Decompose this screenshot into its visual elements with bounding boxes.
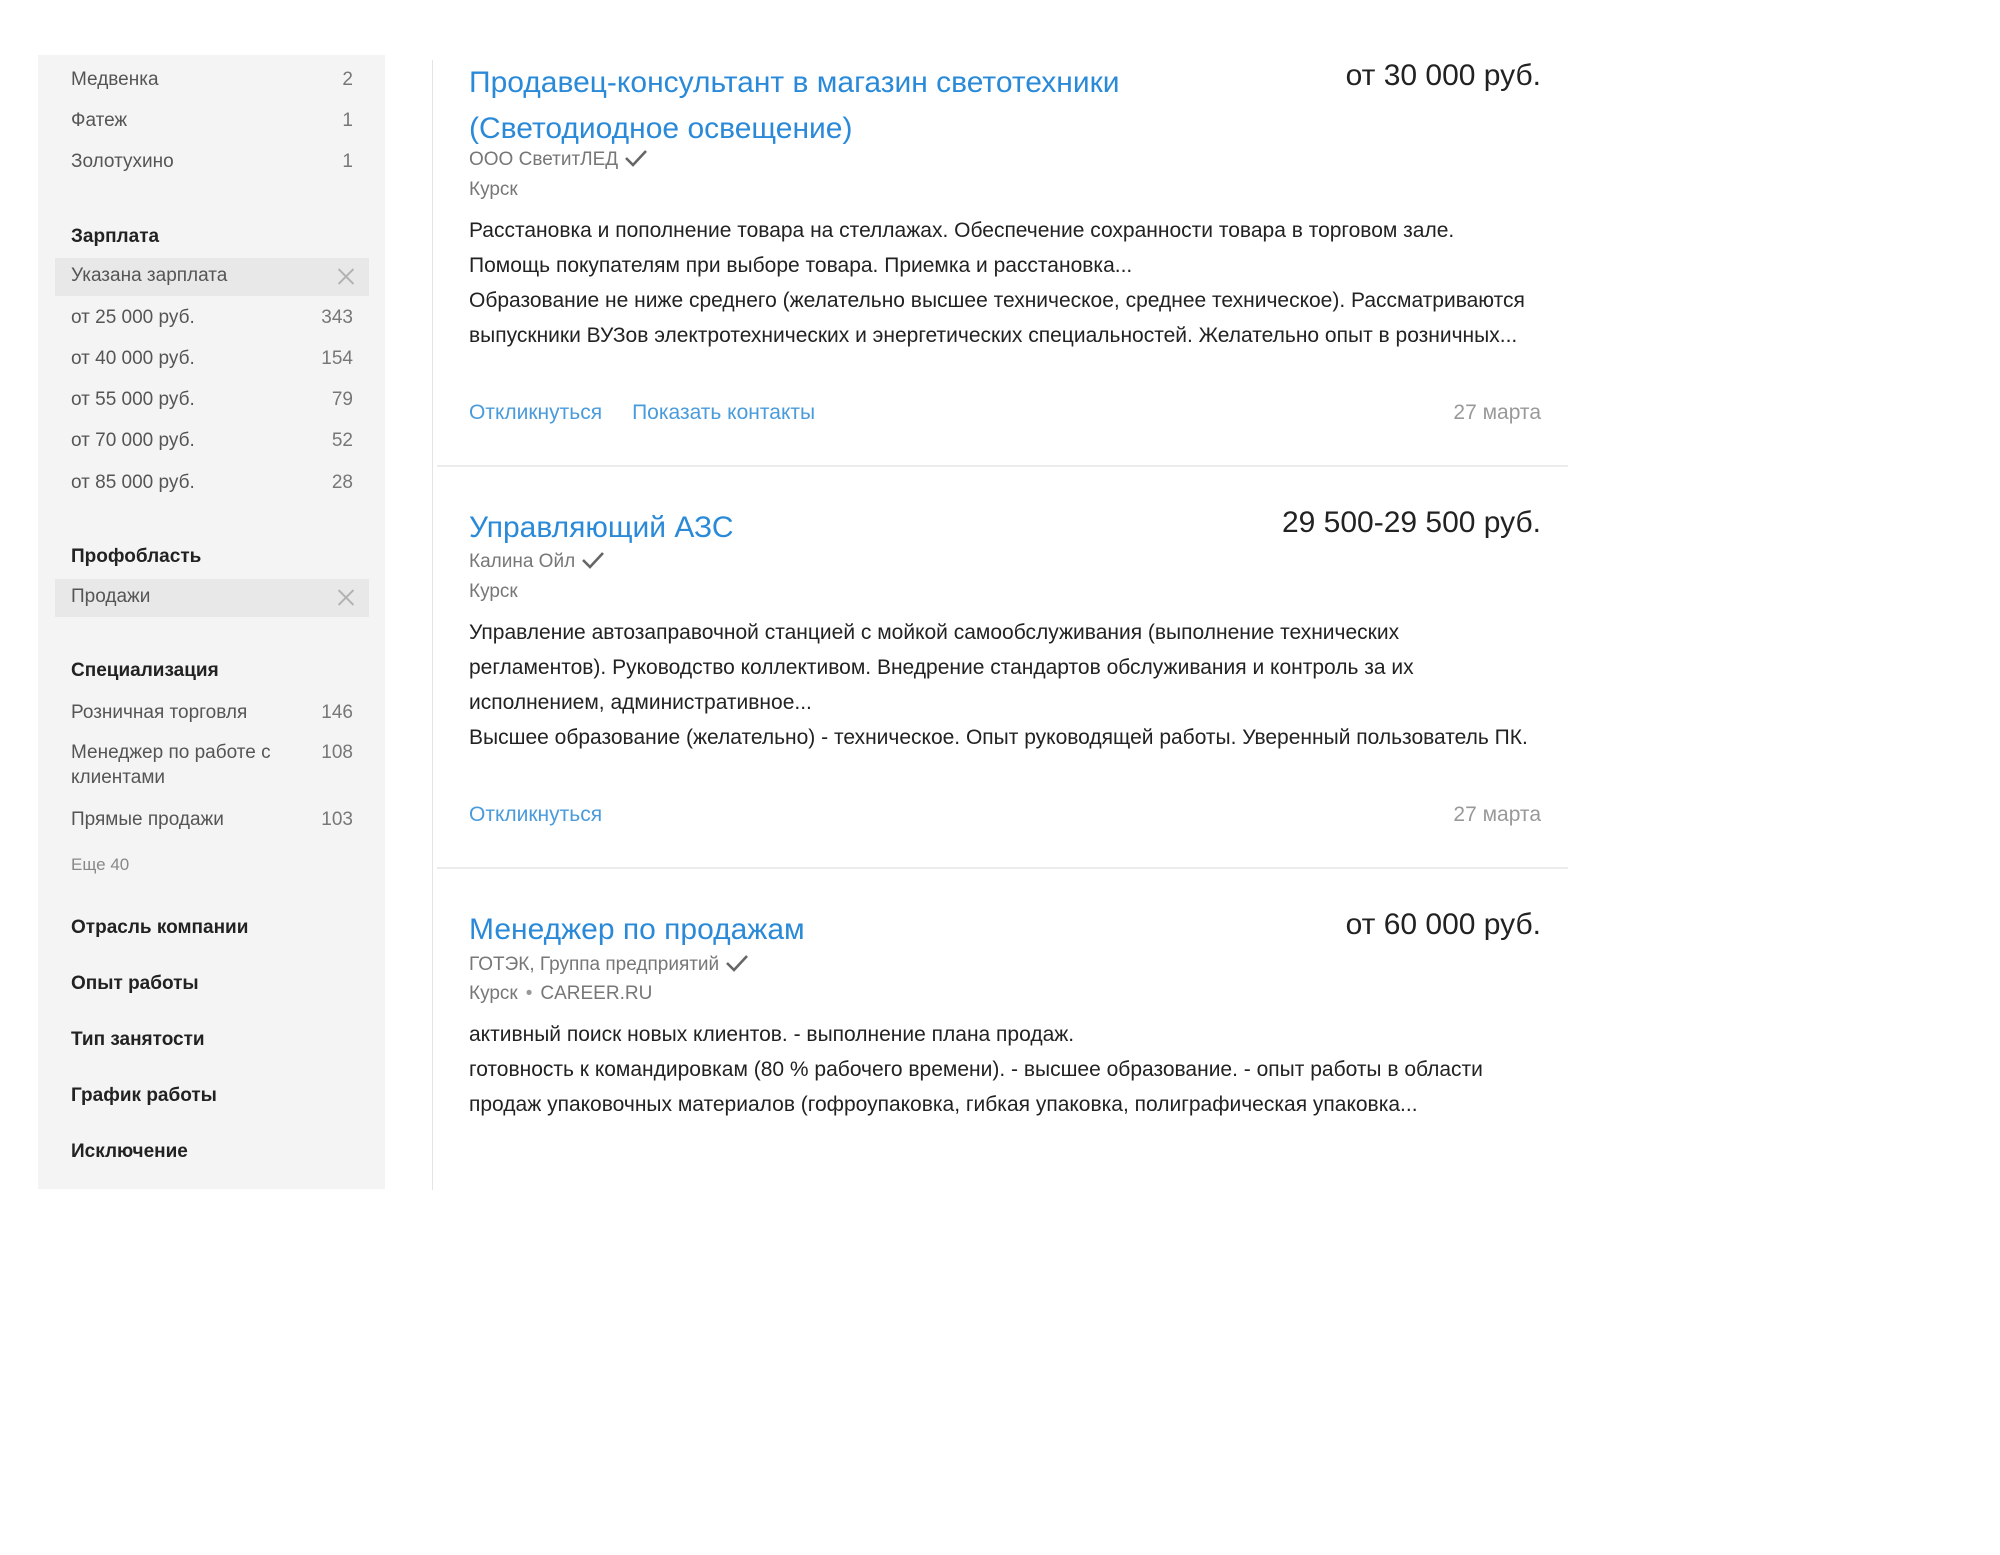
- filter-item-count: 1: [342, 110, 353, 131]
- vacancy-requirement: Высшее образование (желательно) - технич…: [469, 726, 1528, 749]
- vacancy-list: Продавец-консультант в магазин светотехн…: [432, 60, 1568, 1190]
- filter-item-label: Медвенка: [71, 69, 159, 90]
- search-results-page: Медвенка 2 Фатеж 1 Золотухино 1 Зарплата…: [0, 0, 1568, 1555]
- filter-item-label: от 70 000 руб.: [71, 430, 195, 451]
- filter-selected-profarea[interactable]: Продажи: [55, 579, 369, 617]
- vacancy-title-link[interactable]: Продавец-консультант в магазин светотехн…: [469, 60, 1169, 152]
- respond-link[interactable]: Откликнуться: [469, 401, 602, 424]
- filter-heading-specialization: Специализация: [71, 660, 219, 681]
- company-name: ООО СветитЛЕД: [469, 149, 619, 170]
- bullet-separator: •: [525, 983, 533, 1004]
- vacancy-company[interactable]: ООО СветитЛЕД: [469, 148, 648, 171]
- filter-item-label: Розничная торговля: [71, 702, 248, 723]
- vacancy-card: Продавец-консультант в магазин светотехн…: [469, 60, 1541, 460]
- vacancy-date: 27 марта: [1453, 401, 1541, 424]
- vacancy-city: Курск: [469, 179, 518, 200]
- verified-check-icon: [582, 552, 605, 569]
- vacancy-location: Курск • CAREER.RU: [469, 983, 652, 1005]
- company-name: ГОТЭК, Группа предприятий: [469, 954, 720, 975]
- close-icon[interactable]: [337, 588, 355, 606]
- vacancy-description: Расстановка и пополнение товара на стелл…: [469, 213, 1541, 353]
- vacancy-date: 27 марта: [1453, 803, 1541, 826]
- vacancy-requirement: готовность к командировкам (80 % рабочег…: [469, 1058, 1483, 1116]
- divider: [437, 465, 1568, 467]
- filter-item-count: 52: [331, 430, 353, 451]
- vacancy-title-link[interactable]: Управляющий АЗС: [469, 505, 1169, 551]
- vacancy-actions: Откликнуться: [469, 803, 632, 827]
- filter-heading-employment[interactable]: Тип занятости: [71, 1029, 205, 1051]
- respond-link[interactable]: Откликнуться: [469, 803, 602, 826]
- filter-item-count: 108: [321, 742, 353, 763]
- filter-item-label: от 40 000 руб.: [71, 348, 195, 369]
- vacancy-salary: 29 500-29 500 руб.: [1281, 506, 1541, 539]
- filter-heading-profarea: Профобласть: [71, 546, 202, 567]
- show-more-link[interactable]: Еще 40: [71, 855, 129, 875]
- divider: [437, 867, 1568, 869]
- show-contacts-link[interactable]: Показать контакты: [632, 401, 815, 424]
- filter-heading-salary: Зарплата: [71, 226, 160, 247]
- filter-item-count: 79: [331, 389, 353, 410]
- filter-selected-salary[interactable]: Указана зарплата: [55, 258, 369, 296]
- vacancy-salary: от 30 000 руб.: [1345, 59, 1541, 92]
- vacancy-actions: Откликнуться Показать контакты: [469, 401, 845, 425]
- vacancy-description: Управление автозаправочной станцией с мо…: [469, 615, 1541, 755]
- filter-item-label: от 85 000 руб.: [71, 472, 195, 493]
- vacancy-company[interactable]: Калина Ойл: [469, 550, 605, 573]
- filter-selected-label: Продажи: [71, 586, 151, 607]
- vacancy-responsibility: Расстановка и пополнение товара на стелл…: [469, 219, 1455, 277]
- verified-check-icon: [726, 955, 749, 972]
- close-icon[interactable]: [337, 267, 355, 285]
- filter-item-label: Золотухино: [71, 151, 174, 172]
- vacancy-card: Менеджер по продажам от 60 000 руб. ГОТЭ…: [469, 907, 1541, 1167]
- vacancy-title-link[interactable]: Менеджер по продажам: [469, 907, 1169, 953]
- verified-check-icon: [625, 150, 648, 167]
- filter-item-label: Менеджер по работе с клиентами: [71, 742, 271, 788]
- filter-item-count: 343: [321, 307, 353, 328]
- filter-heading-exclusion[interactable]: Исключение: [71, 1141, 188, 1163]
- vacancy-city: Курск: [469, 983, 518, 1004]
- vacancy-card: Управляющий АЗС 29 500-29 500 руб. Калин…: [469, 505, 1541, 845]
- vacancy-salary: от 60 000 руб.: [1345, 908, 1541, 941]
- filter-heading-industry[interactable]: Отрасль компании: [71, 917, 248, 939]
- vacancy-description: активный поиск новых клиентов. - выполне…: [469, 1017, 1541, 1122]
- vacancy-city: Курск: [469, 581, 518, 602]
- filter-item-count: 28: [331, 472, 353, 493]
- vacancy-responsibility: активный поиск новых клиентов. - выполне…: [469, 1023, 1075, 1046]
- filter-item-count: 103: [321, 809, 353, 830]
- vacancy-company[interactable]: ГОТЭК, Группа предприятий: [469, 953, 749, 976]
- filter-selected-label: Указана зарплата: [71, 265, 228, 286]
- filter-item-count: 2: [342, 69, 353, 90]
- filter-item-label: от 25 000 руб.: [71, 307, 195, 328]
- filter-heading-experience[interactable]: Опыт работы: [71, 973, 199, 995]
- vacancy-source: CAREER.RU: [540, 983, 653, 1004]
- vacancy-responsibility: Управление автозаправочной станцией с мо…: [469, 621, 1414, 714]
- vacancy-requirement: Образование не ниже среднего (желательно…: [469, 289, 1525, 347]
- filter-item-count: 154: [321, 348, 353, 369]
- filter-item-label: Прямые продажи: [71, 809, 224, 830]
- filter-item-count: 146: [321, 702, 353, 723]
- filter-item-count: 1: [342, 151, 353, 172]
- company-name: Калина Ойл: [469, 551, 576, 572]
- filter-item-label: от 55 000 руб.: [71, 389, 195, 410]
- filter-heading-schedule[interactable]: График работы: [71, 1085, 217, 1107]
- filter-item-label: Фатеж: [71, 110, 128, 131]
- filters-sidebar: Медвенка 2 Фатеж 1 Золотухино 1 Зарплата…: [38, 55, 385, 1189]
